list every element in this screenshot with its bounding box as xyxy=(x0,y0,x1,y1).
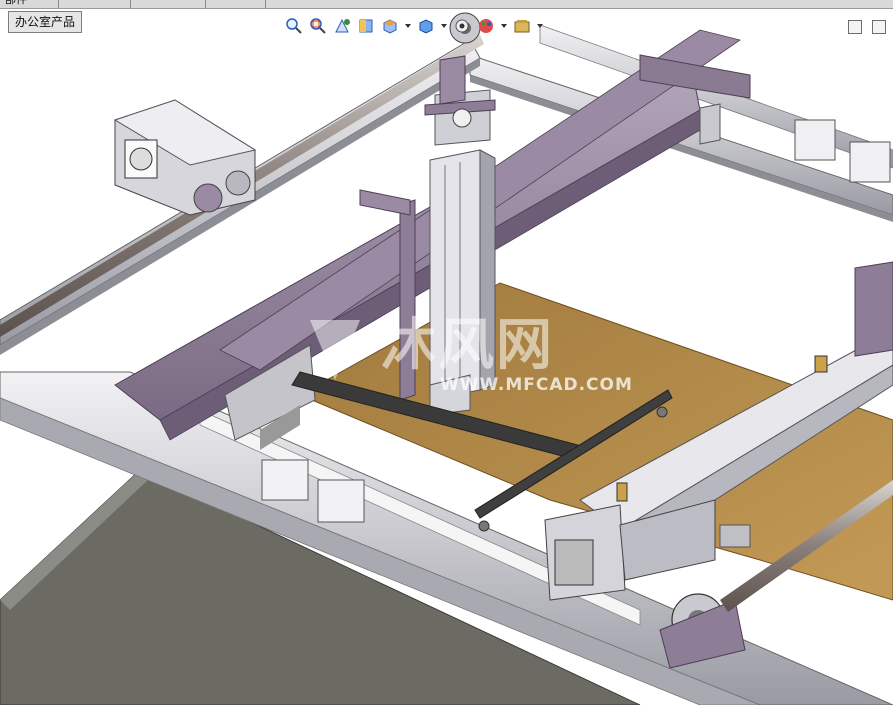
menu-divider xyxy=(265,0,266,8)
linear-bearing-block xyxy=(794,119,836,161)
heads-up-view-toolbar xyxy=(284,14,544,38)
linear-bearing-block xyxy=(849,141,891,183)
view-orientation-icon[interactable] xyxy=(380,16,400,36)
edit-appearance-icon[interactable] xyxy=(476,16,496,36)
menu-divider xyxy=(58,0,59,8)
z-axis-column xyxy=(429,149,481,401)
display-style-icon[interactable] xyxy=(416,16,436,36)
chevron-down-icon[interactable] xyxy=(404,16,412,36)
hide-show-items-icon[interactable] xyxy=(452,16,472,36)
chevron-down-icon[interactable] xyxy=(536,16,544,36)
chevron-down-icon[interactable] xyxy=(440,16,448,36)
maximize-window-icon[interactable] xyxy=(872,20,886,34)
linear-bearing-block xyxy=(317,479,365,523)
chevron-down-icon[interactable] xyxy=(500,16,508,36)
section-view-icon[interactable] xyxy=(356,16,376,36)
model-viewport[interactable] xyxy=(0,8,893,705)
menu-divider xyxy=(205,0,206,8)
document-tab[interactable]: 办公室产品 xyxy=(8,11,83,33)
restore-window-icon[interactable] xyxy=(848,20,862,34)
linear-bearing-block xyxy=(261,459,309,501)
menu-tab-assembly[interactable]: 部件 xyxy=(0,0,32,6)
apply-scene-icon[interactable] xyxy=(512,16,532,36)
zoom-to-area-icon[interactable] xyxy=(308,16,328,36)
menu-divider xyxy=(130,0,131,8)
zoom-to-fit-icon[interactable] xyxy=(284,16,304,36)
previous-view-icon[interactable] xyxy=(332,16,352,36)
